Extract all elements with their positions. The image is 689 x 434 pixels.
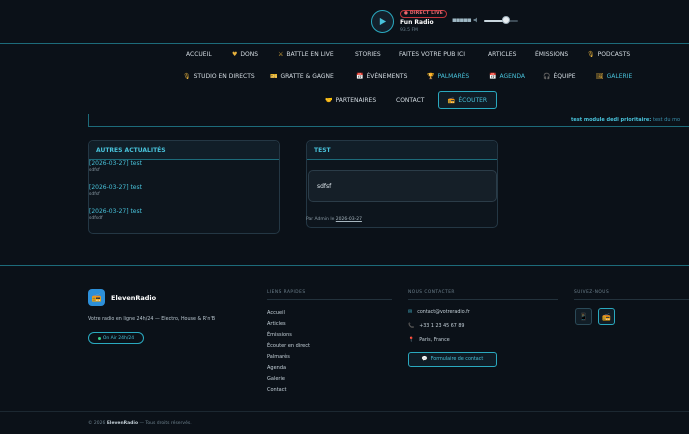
nav-palmares[interactable]: 🏆 PALMARÈS <box>427 73 469 80</box>
nav-gratte-gagne[interactable]: 🎫 GRATTE & GAGNE <box>270 73 334 80</box>
nav-dons[interactable]: ♥ DONS <box>232 51 258 58</box>
footer-bottom-divider <box>0 411 689 412</box>
footer-link-galerie[interactable]: Galerie <box>267 376 285 382</box>
nav-articles[interactable]: ARTICLES <box>488 51 516 58</box>
calendar-icon: 📅 <box>356 73 364 80</box>
play-icon <box>379 17 387 26</box>
news-item-sub: sdfsf <box>89 192 100 197</box>
social-phone-icon[interactable]: 📱 <box>575 308 592 325</box>
footer-link-palmares[interactable]: Palmarès <box>267 354 290 360</box>
status-dot-icon <box>97 336 101 340</box>
divider <box>408 299 558 300</box>
nav-pub[interactable]: FAITES VOTRE PUB ICI <box>399 51 465 58</box>
live-badge: ● DIRECT LIVE <box>400 10 448 18</box>
news-item-link[interactable]: [2026-03-27] test <box>89 160 142 167</box>
footer-brand: ElevenRadio <box>111 294 157 302</box>
news-panel-title: AUTRES ACTUALITÉS <box>89 141 279 160</box>
page: ● DIRECT LIVE Fun Radio 93.5 FM ▪▪▪▪▪ AC… <box>0 0 689 434</box>
nav-battle-en-live[interactable]: ⚔ BATTLE EN LIVE <box>278 51 334 58</box>
nav-contact[interactable]: CONTACT <box>396 97 424 104</box>
nav-stories[interactable]: STORIES <box>355 51 381 58</box>
footer-divider <box>0 265 689 266</box>
follow-title: SUIVEZ-NOUS <box>574 290 610 295</box>
footer-link-ecouter[interactable]: Écouter en direct <box>267 343 310 349</box>
divider <box>267 299 392 300</box>
station-name: Fun Radio <box>400 19 434 26</box>
article-date-link[interactable]: 2026-03-27 <box>336 217 362 222</box>
divider <box>574 299 689 300</box>
footer-link-agenda[interactable]: Agenda <box>267 365 286 371</box>
location-pin-icon: 📍 <box>408 337 415 343</box>
nav-agenda[interactable]: 📅 AGENDA <box>489 73 525 80</box>
station-frequency: 93.5 FM <box>400 28 418 33</box>
mic-icon: 🎙 <box>587 51 595 58</box>
footer-link-articles[interactable]: Articles <box>267 321 286 327</box>
phone-icon: 📞 <box>408 323 415 329</box>
news-item-sub: sdfsf <box>89 168 100 173</box>
play-button[interactable] <box>371 10 394 33</box>
contact-phone[interactable]: 📞 +33 1 23 45 67 89 <box>408 323 464 329</box>
swords-icon: ⚔ <box>278 51 284 58</box>
player-bar: ● DIRECT LIVE Fun Radio 93.5 FM ▪▪▪▪▪ <box>0 0 689 44</box>
footer-description: Votre radio en ligne 24h/24 — Electro, H… <box>88 317 216 322</box>
news-item-link[interactable]: [2026-03-27] test <box>89 184 142 191</box>
listen-button[interactable]: 📻 ÉCOUTER <box>438 91 497 109</box>
news-item-link[interactable]: [2026-03-27] test <box>89 208 142 215</box>
test-panel-title: TEST <box>307 141 497 160</box>
contact-form-button[interactable]: 💬 Formulaire de contact <box>408 352 497 367</box>
nav-emissions[interactable]: ÉMISSIONS <box>535 51 568 58</box>
nav-evenements[interactable]: 📅 ÉVÉNEMENTS <box>356 73 407 80</box>
contact-email[interactable]: ✉ contact@votreradio.fr <box>408 309 470 315</box>
nav-podcasts[interactable]: 🎙 PODCASTS <box>587 51 630 58</box>
nav-studio-en-directs[interactable]: 🎙 STUDIO EN DIRECTS <box>183 73 255 80</box>
calendar-icon: 📅 <box>489 73 497 80</box>
contact-location: 📍 Paris, France <box>408 337 450 343</box>
nav-accueil[interactable]: ACCUEIL <box>186 51 212 58</box>
chat-icon: 💬 <box>421 357 428 362</box>
nav-equipe[interactable]: 🎧 ÉQUIPE <box>543 73 576 80</box>
news-item-sub: sdfsdf <box>89 216 103 221</box>
trophy-icon: 🏆 <box>427 73 435 80</box>
volume-knob[interactable] <box>502 16 511 24</box>
handshake-icon: 🤝 <box>325 97 333 104</box>
email-icon: ✉ <box>408 309 413 315</box>
radio-logo-icon: 📻 <box>88 289 105 306</box>
copyright: © 2026 ElevenRadio — Tous droits réservé… <box>88 421 192 426</box>
volume-slider[interactable] <box>484 20 518 22</box>
contact-title: NOUS CONTACTER <box>408 290 455 295</box>
image-icon: 🖼 <box>596 73 604 80</box>
news-ticker[interactable]: test module dedi prioritaire: test du mo <box>571 117 680 123</box>
social-radio-icon[interactable]: 📻 <box>598 308 615 325</box>
quick-links-title: LIENS RAPIDES <box>267 290 306 295</box>
test-panel-body: sdfsf <box>308 170 497 202</box>
footer-link-emissions[interactable]: Émissions <box>267 332 292 338</box>
article-byline: Par Admin le 2026-03-27 <box>306 217 362 222</box>
footer-link-contact[interactable]: Contact <box>267 387 286 393</box>
main-nav: ACCUEIL ♥ DONS ⚔ BATTLE EN LIVE STORIES FA… <box>0 44 689 114</box>
mic-icon: 🎙 <box>183 73 191 80</box>
footer-link-accueil[interactable]: Accueil <box>267 310 285 316</box>
heart-icon: ♥ <box>232 51 238 58</box>
headphones-icon: 🎧 <box>543 73 551 80</box>
nav-partenaires[interactable]: 🤝 PARTENAIRES <box>325 97 376 104</box>
radio-icon: 📻 <box>447 96 456 104</box>
equalizer-icon: ▪▪▪▪▪ <box>452 16 472 24</box>
ticket-icon: 🎫 <box>270 73 278 80</box>
volume-icon[interactable] <box>473 17 479 23</box>
nav-galerie[interactable]: 🖼 GALERIE <box>596 73 632 80</box>
onair-badge: On Air 24h/24 <box>88 332 144 344</box>
